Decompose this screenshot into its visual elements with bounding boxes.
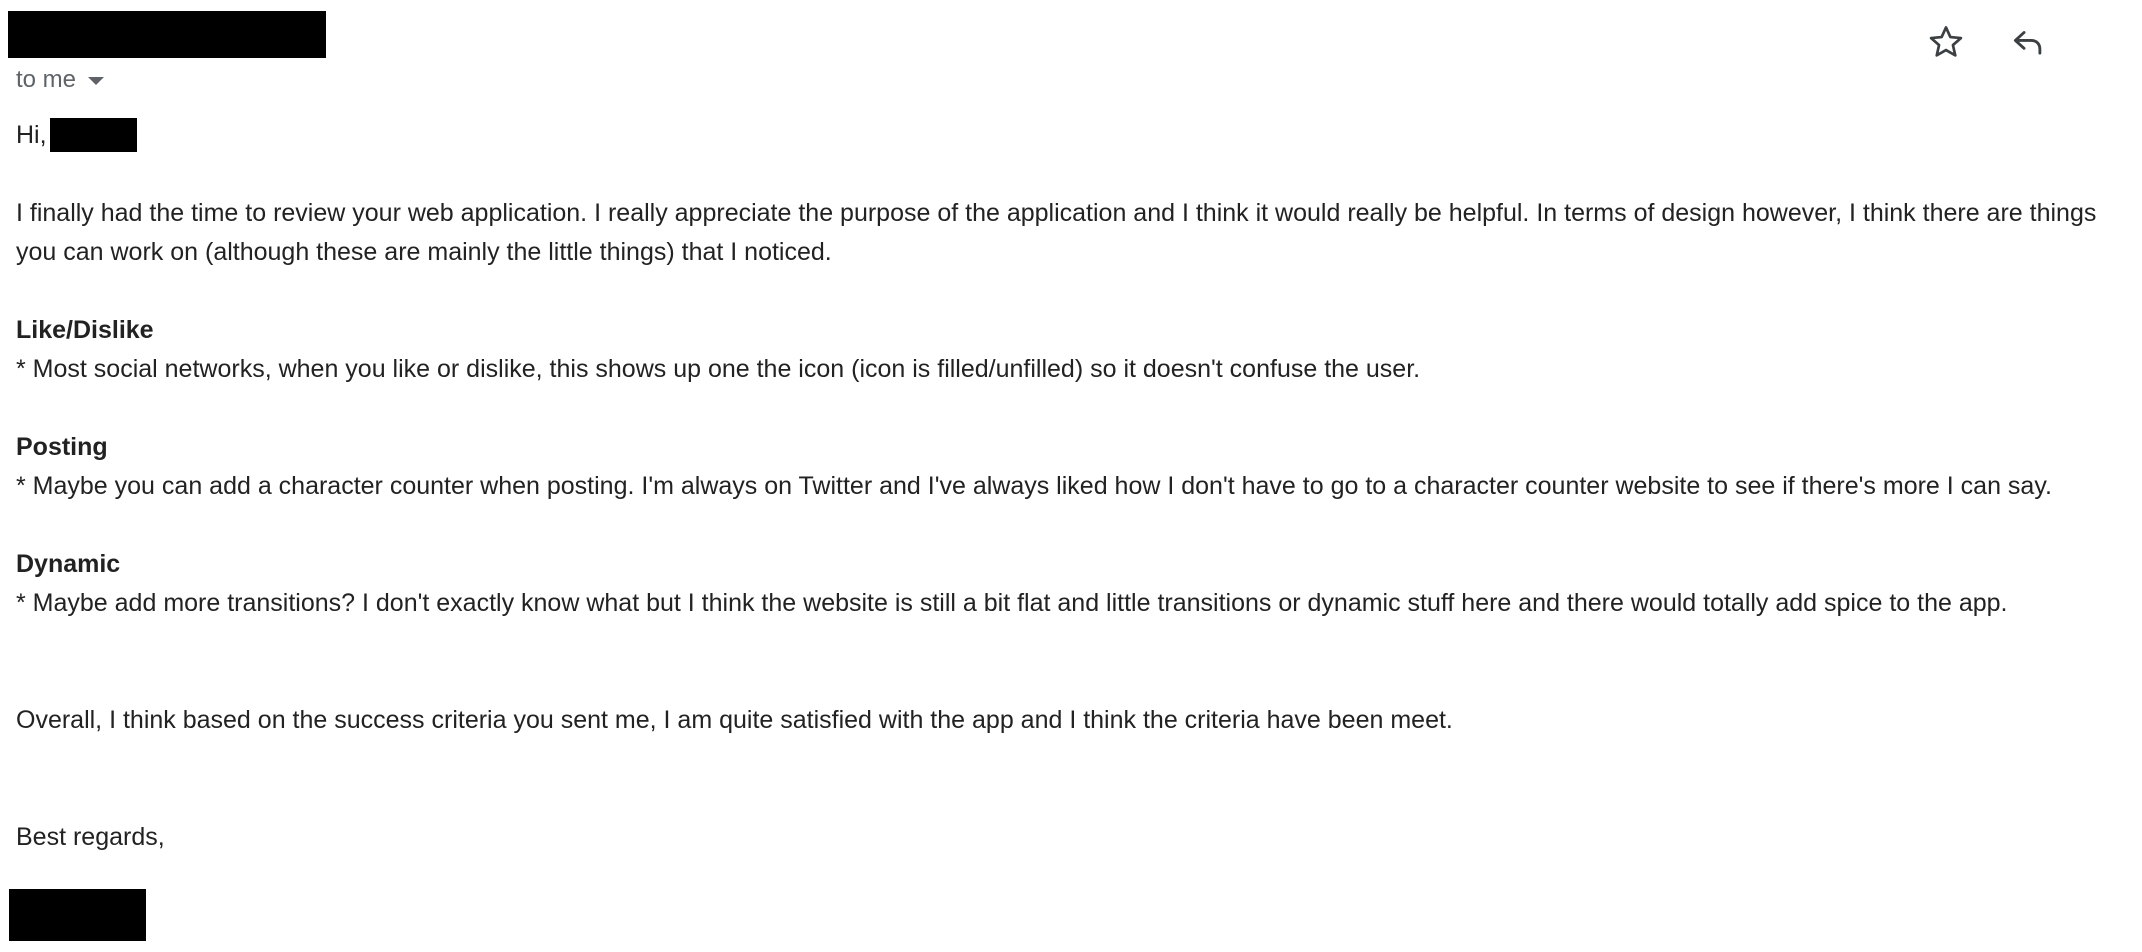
recipient-details-toggle[interactable]: to me bbox=[16, 64, 105, 96]
recipient-name-redacted bbox=[50, 118, 137, 152]
section-title-posting: Posting bbox=[16, 433, 108, 461]
section-text-dynamic: * Maybe add more transitions? I don't ex… bbox=[16, 589, 2008, 617]
closing-text: Best regards, bbox=[16, 823, 165, 851]
reply-button[interactable] bbox=[2004, 18, 2052, 66]
greeting: Hi, bbox=[16, 121, 47, 149]
section-title-like-dislike: Like/Dislike bbox=[16, 316, 154, 344]
recipient-label: to me bbox=[16, 66, 77, 93]
intro-paragraph: I finally had the time to review your we… bbox=[16, 199, 2097, 266]
section-title-dynamic: Dynamic bbox=[16, 550, 121, 578]
message-actions bbox=[1922, 18, 2142, 66]
section-text-like-dislike: * Most social networks, when you like or… bbox=[16, 355, 1421, 383]
overall-paragraph: Overall, I think based on the success cr… bbox=[16, 706, 1453, 734]
caret-down-icon bbox=[88, 77, 105, 85]
star-icon bbox=[1929, 26, 1963, 57]
reply-icon bbox=[2013, 31, 2042, 55]
star-button[interactable] bbox=[1922, 18, 1970, 66]
signature-redacted bbox=[9, 889, 146, 941]
sender-name-redacted bbox=[8, 11, 326, 58]
section-text-posting: * Maybe you can add a character counter … bbox=[16, 472, 2052, 500]
